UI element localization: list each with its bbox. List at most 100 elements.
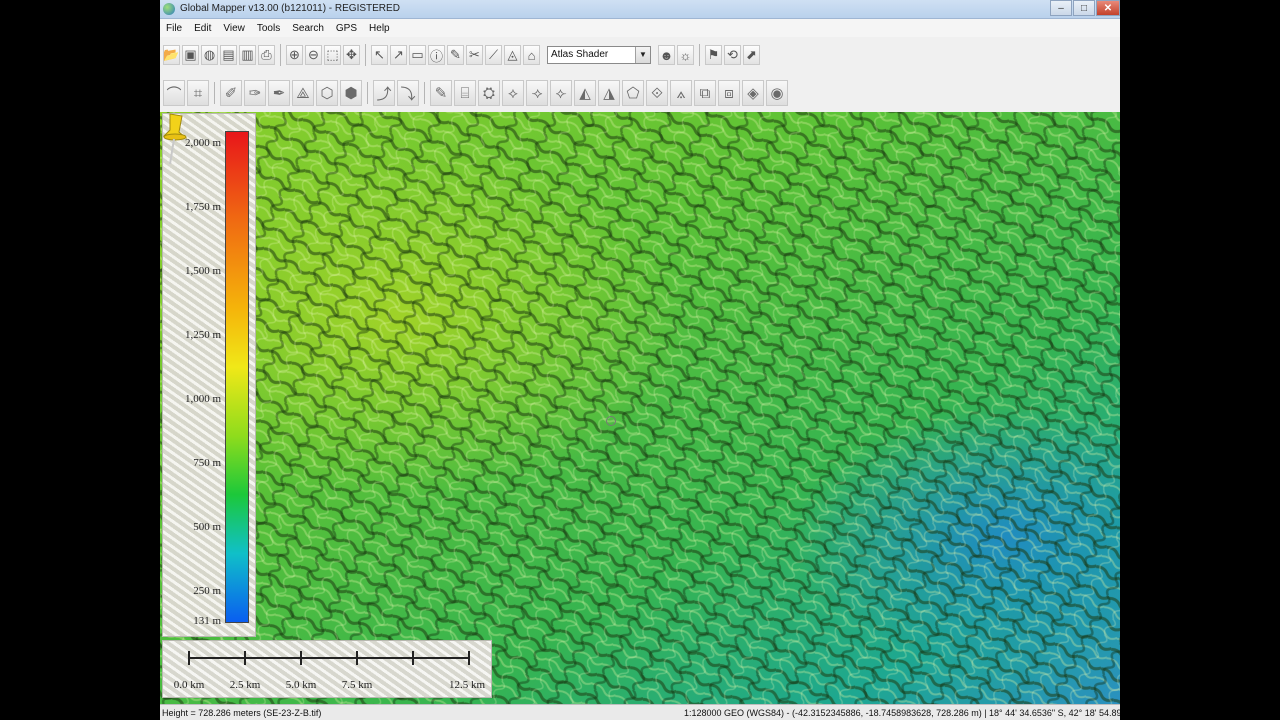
scale-label: 5.0 km xyxy=(285,679,317,691)
scale-tick xyxy=(244,651,246,665)
dig-icon-20[interactable]: ⟐ xyxy=(646,80,668,106)
shader-options-icon[interactable]: ☼ xyxy=(677,45,694,65)
dig-icon-09[interactable]: ⤴ xyxy=(373,80,395,106)
dig-icon-21[interactable]: ⟑ xyxy=(670,80,692,106)
dig-icon-11[interactable]: ✎ xyxy=(430,80,452,106)
maximize-button[interactable]: □ xyxy=(1073,0,1095,16)
dig-icon-16[interactable]: ⟣ xyxy=(550,80,572,106)
elevation-legend: 2,000 m 1,750 m 1,500 m 1,250 m 1,000 m … xyxy=(162,113,256,637)
dig-icon-12[interactable]: ⌸ xyxy=(454,80,476,106)
toolbar-separator xyxy=(367,82,368,104)
layers-icon[interactable]: ▥ xyxy=(239,45,256,65)
scale-tick xyxy=(188,651,190,665)
dig-icon-06[interactable]: ⟁ xyxy=(292,80,314,106)
close-button[interactable]: ✕ xyxy=(1096,0,1120,16)
dig-icon-10[interactable]: ⤵ xyxy=(397,80,419,106)
status-height: Height = 728.286 meters (SE-23-Z-B.tif) xyxy=(162,708,322,718)
3d-view-icon[interactable]: ⌂ xyxy=(523,45,540,65)
dig-icon-01[interactable]: ⌒ xyxy=(163,80,185,106)
path-profile-icon[interactable]: ⟋ xyxy=(485,45,502,65)
dig-icon-15[interactable]: ⟢ xyxy=(526,80,548,106)
elevation-color-ramp xyxy=(225,131,249,623)
window-controls: – □ ✕ xyxy=(1049,0,1120,18)
dig-icon-08[interactable]: ⬢ xyxy=(340,80,362,106)
select-icon[interactable]: ↖ xyxy=(371,45,388,65)
zoom-in-icon[interactable]: ⊕ xyxy=(286,45,303,65)
save-icon[interactable]: ▣ xyxy=(182,45,199,65)
pushpin-icon[interactable] xyxy=(160,112,190,168)
legend-label: 1,250 m xyxy=(184,329,221,341)
dig-icon-25[interactable]: ◉ xyxy=(766,80,788,106)
digitizer-icon[interactable]: ✎ xyxy=(447,45,464,65)
dig-icon-05[interactable]: ✒ xyxy=(268,80,290,106)
dig-icon-03[interactable]: ✐ xyxy=(220,80,242,106)
scale-label: 12.5 km xyxy=(448,679,486,691)
config-icon[interactable]: ▤ xyxy=(220,45,237,65)
terrain-hillshade xyxy=(160,112,1120,704)
open-icon[interactable]: 📂 xyxy=(163,45,180,65)
status-coordinates: 1:128000 GEO (WGS84) - (-42.3152345886, … xyxy=(684,708,1120,718)
dig-icon-13[interactable]: ⛭ xyxy=(478,80,500,106)
dig-icon-14[interactable]: ⟡ xyxy=(502,80,524,106)
info-icon[interactable]: ⓘ xyxy=(428,45,445,65)
pointer-icon[interactable]: ↗ xyxy=(390,45,407,65)
dig-icon-24[interactable]: ◈ xyxy=(742,80,764,106)
toolbar-separator xyxy=(214,82,215,104)
toolbar-separator xyxy=(699,44,700,66)
scale-label: 0.0 km xyxy=(173,679,205,691)
legend-label: 500 m xyxy=(193,521,221,533)
dig-icon-18[interactable]: ◮ xyxy=(598,80,620,106)
scale-tick xyxy=(356,651,358,665)
image-swipe-icon[interactable]: ✂ xyxy=(466,45,483,65)
gps-track-icon[interactable]: ⟲ xyxy=(724,45,741,65)
dig-icon-04[interactable]: ✑ xyxy=(244,80,266,106)
view-shed-icon[interactable]: ◬ xyxy=(504,45,521,65)
shader-config-icon[interactable]: ☻ xyxy=(658,45,675,65)
title-bar: Global Mapper v13.00 (b121011) - REGISTE… xyxy=(160,0,1120,19)
menu-file[interactable]: File xyxy=(160,23,188,34)
legend-label: 131 m xyxy=(193,615,221,627)
dig-icon-07[interactable]: ⬡ xyxy=(316,80,338,106)
gps-start-icon[interactable]: ⚑ xyxy=(705,45,722,65)
legend-label: 1,750 m xyxy=(184,201,221,213)
menu-gps[interactable]: GPS xyxy=(330,23,363,34)
measure-icon[interactable]: ▭ xyxy=(409,45,426,65)
dig-icon-22[interactable]: ⧉ xyxy=(694,80,716,106)
menu-edit[interactable]: Edit xyxy=(188,23,217,34)
legend-label: 1,000 m xyxy=(184,393,221,405)
scale-label: 2.5 km xyxy=(229,679,261,691)
dig-icon-17[interactable]: ◭ xyxy=(574,80,596,106)
zoom-out-icon[interactable]: ⊖ xyxy=(305,45,322,65)
minimize-button[interactable]: – xyxy=(1050,0,1072,16)
legend-label: 750 m xyxy=(193,457,221,469)
digitizer-toolbar: ⌒ ⌗ ✐ ✑ ✒ ⟁ ⬡ ⬢ ⤴ ⤵ ✎ ⌸ ⛭ ⟡ ⟢ ⟣ ◭ ◮ ⬠ ⟐ … xyxy=(162,76,789,110)
menu-view[interactable]: View xyxy=(217,23,251,34)
global-mapper-icon xyxy=(163,3,175,15)
crosshair-cursor-icon xyxy=(606,416,616,426)
scale-tick xyxy=(412,651,414,665)
dig-icon-02[interactable]: ⌗ xyxy=(187,80,209,106)
main-toolbar: 📂 ▣ ◍ ▤ ▥ ⎙ ⊕ ⊖ ⬚ ✥ ↖ ↗ ▭ ⓘ ✎ ✂ ⟋ ◬ ⌂ At… xyxy=(162,40,761,70)
dig-icon-23[interactable]: ⧈ xyxy=(718,80,740,106)
gps-stop-icon[interactable]: ⬈ xyxy=(743,45,760,65)
toolbar-separator xyxy=(424,82,425,104)
dig-icon-19[interactable]: ⬠ xyxy=(622,80,644,106)
shader-select[interactable]: Atlas Shader ▼ xyxy=(547,46,651,64)
map-view[interactable]: 2,000 m 1,750 m 1,500 m 1,250 m 1,000 m … xyxy=(160,112,1120,704)
globe-icon[interactable]: ◍ xyxy=(201,45,218,65)
menu-search[interactable]: Search xyxy=(286,23,330,34)
scale-tick xyxy=(300,651,302,665)
legend-label: 1,500 m xyxy=(184,265,221,277)
window-title: Global Mapper v13.00 (b121011) - REGISTE… xyxy=(180,3,400,14)
status-bar: Height = 728.286 meters (SE-23-Z-B.tif) … xyxy=(160,704,1120,720)
chevron-down-icon[interactable]: ▼ xyxy=(635,47,650,63)
menu-tools[interactable]: Tools xyxy=(251,23,286,34)
menu-help[interactable]: Help xyxy=(363,23,396,34)
scale-bar: 0.0 km 2.5 km 5.0 km 7.5 km 12.5 km xyxy=(162,640,492,698)
print-icon[interactable]: ⎙ xyxy=(258,45,275,65)
pan-icon[interactable]: ✥ xyxy=(343,45,360,65)
scale-line xyxy=(189,657,469,659)
toolbar-separator xyxy=(365,44,366,66)
zoom-box-icon[interactable]: ⬚ xyxy=(324,45,341,65)
scale-label: 7.5 km xyxy=(341,679,373,691)
